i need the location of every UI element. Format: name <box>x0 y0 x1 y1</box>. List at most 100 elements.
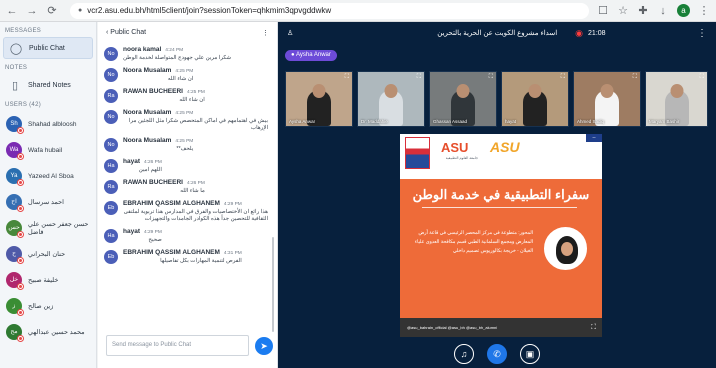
message-time: 4:25 PM <box>175 69 194 74</box>
meeting-options-icon[interactable]: ⋮ <box>697 28 707 39</box>
back-chat-icon[interactable]: ‹ Public Chat <box>106 29 146 36</box>
expand-video-icon[interactable]: ⛶ <box>633 74 637 81</box>
notes-heading: NOTES <box>5 65 28 71</box>
forward-icon[interactable]: → <box>26 5 38 17</box>
star-icon[interactable]: ☆ <box>617 5 629 17</box>
chat-message: Ra RAWAN BUCHEERI 4:26 PM ما شاء الله <box>104 179 270 195</box>
expand-video-icon[interactable]: ⛶ <box>417 74 421 81</box>
speaker-portrait <box>544 227 587 270</box>
message-text: بيش في اهتمامهم في اماكن المتحصص شكرا مث… <box>128 118 268 131</box>
message-content: Noora Musalam 4:25 PM ان شاء الله <box>123 67 193 83</box>
participant-video-tile[interactable]: ⛶ Aysha Anwar <box>285 71 353 127</box>
user-row[interactable]: مح محمد حسين عبدالهي <box>0 319 96 345</box>
muted-status-icon <box>17 205 24 212</box>
participant-video-tile[interactable]: ⛶ Ghassan Assaad <box>429 71 497 127</box>
message-text: ما شاء الله <box>180 188 205 194</box>
profile-avatar[interactable]: a <box>677 4 690 17</box>
message-avatar: Ha <box>104 159 118 173</box>
slide-tab: -- <box>586 134 602 142</box>
message-author: RAWAN BUCHEERI 4:26 PM <box>123 179 205 186</box>
reload-icon[interactable]: ⟳ <box>46 5 58 17</box>
muted-status-icon <box>17 335 24 342</box>
public-chat-item[interactable]: ◯ Public Chat <box>3 37 93 59</box>
extension-icon[interactable]: ☐ <box>597 5 609 17</box>
message-time: 4:31 PM <box>223 251 242 256</box>
meeting-header: ♙ اسداء مشروع الكويت عن الحرية بالتحرين … <box>278 22 716 44</box>
chat-message-input[interactable]: Send message to Public Chat <box>106 335 249 356</box>
user-list-toggle-icon[interactable]: ♙ <box>287 29 293 37</box>
user-row[interactable]: حس حسن جعفر حسن علي فاضل <box>0 215 96 241</box>
muted-status-icon <box>17 283 24 290</box>
bigbluebutton-app: MESSAGES ◯ Public Chat NOTES ▯ Shared No… <box>0 22 716 368</box>
user-row[interactable]: ح حنان البحراني <box>0 241 96 267</box>
message-avatar: Ra <box>104 89 118 103</box>
brand-logo: ASU <box>490 139 520 155</box>
expand-video-icon[interactable]: ⛶ <box>700 74 704 81</box>
user-name: Wafa hubail <box>28 146 63 154</box>
chat-panel: ‹ Public Chat ⋮ No noora kamal 4:24 PM شكرا… <box>98 22 278 368</box>
participant-head <box>384 84 398 98</box>
message-text: اللهم امين <box>138 167 162 173</box>
user-name: حسن جعفر حسن علي فاضل <box>28 221 89 236</box>
expand-video-icon[interactable]: ⛶ <box>489 74 493 81</box>
user-row[interactable]: ز زين صالح <box>0 293 96 319</box>
expand-video-icon[interactable]: ⛶ <box>561 74 565 81</box>
message-author: RAWAN BUCHEERI 4:25 PM <box>123 88 205 95</box>
red-blue-logo <box>405 137 430 169</box>
user-avatar: ح <box>6 246 24 264</box>
message-content: EBRAHIM QASSIM ALGHANEM 4:29 PM هذا رائع ا… <box>123 200 268 223</box>
phone-button[interactable]: ✆ <box>487 344 507 364</box>
chat-scrollbar[interactable] <box>272 237 274 332</box>
message-avatar: No <box>104 110 118 124</box>
participant-video-tile[interactable]: ⛶ hayat <box>501 71 569 127</box>
browser-menu-icon[interactable]: ⋮ <box>698 5 710 17</box>
user-avatar: Sh <box>6 116 24 134</box>
user-row[interactable]: Ya Yazeed Al Sboa <box>0 163 96 189</box>
muted-status-icon <box>17 179 24 186</box>
message-avatar: No <box>104 47 118 61</box>
address-bar[interactable]: ● vcr2.asu.edu.bh/html5client/join?sessi… <box>70 2 589 19</box>
meeting-title: اسداء مشروع الكويت عن الحرية بالتحرين <box>437 30 558 37</box>
message-author: EBRAHIM QASSIM ALGHANEM 4:31 PM <box>123 249 242 256</box>
user-row[interactable]: خل خليفة صبيح <box>0 267 96 293</box>
message-time: 4:24 PM <box>165 48 184 53</box>
user-avatar: ز <box>6 298 24 316</box>
participant-head <box>456 84 470 98</box>
chat-icon: ◯ <box>9 42 23 55</box>
notes-icon: ▯ <box>11 79 19 92</box>
message-author: hayat 4:26 PM <box>123 158 162 165</box>
participant-name: hayat <box>505 119 517 124</box>
download-icon[interactable]: ↓ <box>657 5 669 17</box>
back-icon[interactable]: ← <box>6 5 18 17</box>
fullscreen-icon[interactable]: ⛶ <box>591 324 596 332</box>
participant-video-tile[interactable]: ⛶ Ahmed Sadiq <box>573 71 641 127</box>
message-content: Noora Musalam 4:25 PM بيش في اهتمامهم في ا… <box>123 109 268 132</box>
message-time: 4:29 PM <box>223 202 242 207</box>
participant-head <box>670 84 683 98</box>
slide-header: ASU جامعة العلوم التطبيقية ASU -- <box>400 134 602 179</box>
chat-menu-icon[interactable]: ⋮ <box>262 29 269 37</box>
chat-message: Ha hayat 4:29 PM صحيح <box>104 228 270 244</box>
message-author: Noora Musalam 4:25 PM <box>123 67 194 74</box>
chat-message: Eb EBRAHIM QASSIM ALGHANEM 4:31 PM الفرص لت… <box>104 249 270 265</box>
shared-notes-item[interactable]: ▯ Shared Notes <box>3 74 93 96</box>
message-avatar: No <box>104 138 118 152</box>
chat-message: No noora kamal 4:24 PM شكرا مرين علي جهودج … <box>104 46 270 62</box>
user-row[interactable]: اح احمد سرسال <box>0 189 96 215</box>
chat-message: Eb EBRAHIM QASSIM ALGHANEM 4:29 PM هذا رائع… <box>104 200 270 223</box>
expand-video-icon[interactable]: ⛶ <box>345 74 349 81</box>
message-content: hayat 4:29 PM صحيح <box>123 228 162 244</box>
participant-video-tile[interactable]: ⛶ Dr. Maddahie <box>357 71 425 127</box>
puzzle-icon[interactable]: ✚ <box>637 5 649 17</box>
lock-icon: ● <box>78 7 83 14</box>
user-row[interactable]: Sh Shahad albloosh <box>0 111 96 137</box>
send-message-button[interactable]: ➤ <box>255 337 273 355</box>
presenter-badge: ● Aysha Anwar <box>285 50 337 61</box>
user-row[interactable]: Wa Wafa hubail <box>0 137 96 163</box>
microphone-button[interactable]: ♫ <box>454 344 474 364</box>
message-avatar: Ha <box>104 229 118 243</box>
camera-button[interactable]: ▣ <box>520 344 540 364</box>
participant-video-tile[interactable]: ⛶ Maryam Bashir <box>645 71 708 127</box>
user-avatar: Wa <box>6 142 24 160</box>
message-content: hayat 4:26 PM اللهم امين <box>123 158 162 174</box>
